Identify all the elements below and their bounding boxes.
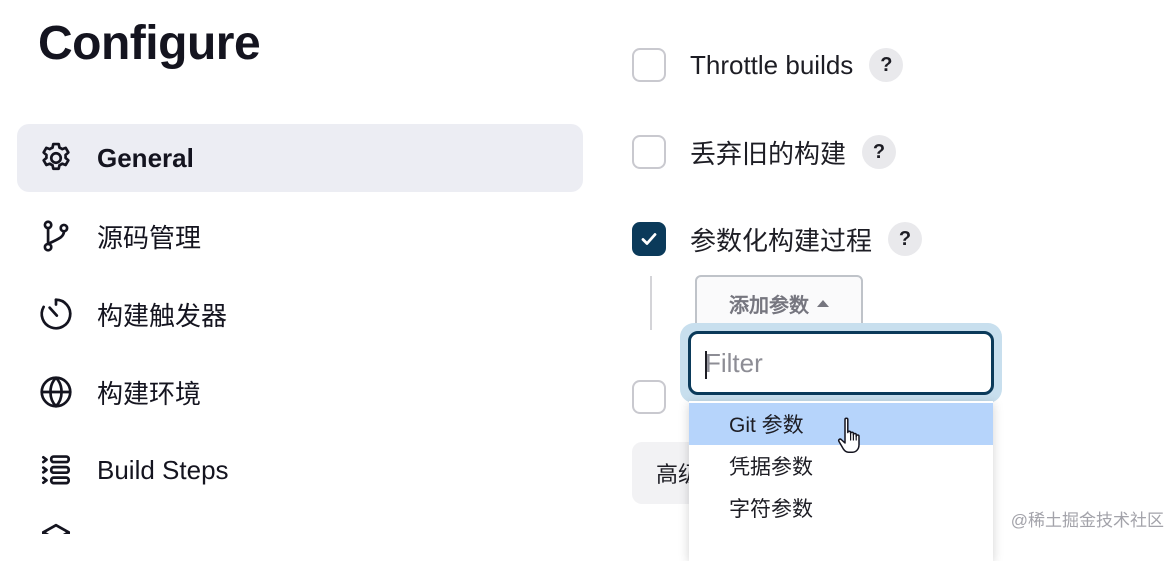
throttle-builds-label: Throttle builds bbox=[690, 49, 854, 80]
hidden-option-checkbox[interactable] bbox=[632, 380, 666, 414]
parameterized-build-checkbox[interactable] bbox=[632, 222, 666, 256]
list-steps-icon bbox=[37, 451, 75, 489]
option-parameterized-build: 参数化构建过程 ? bbox=[632, 219, 923, 259]
sidebar-item-label: 源码管理 bbox=[97, 222, 202, 253]
timer-icon bbox=[37, 295, 75, 333]
add-parameter-label: 添加参数 bbox=[729, 294, 809, 317]
sidebar-item-general[interactable]: General bbox=[17, 124, 583, 192]
sidebar-item-label: 构建触发器 bbox=[97, 300, 228, 331]
sidebar-item-label: General bbox=[97, 142, 194, 173]
text-cursor bbox=[705, 351, 707, 379]
parameterized-build-label: 参数化构建过程 bbox=[690, 225, 873, 256]
nested-section-line bbox=[650, 276, 652, 330]
caret-up-icon bbox=[817, 299, 829, 307]
hand-pointer-icon bbox=[837, 417, 860, 453]
throttle-builds-checkbox[interactable] bbox=[632, 48, 666, 82]
watermark: @稀土掘金技术社区 bbox=[1010, 511, 1164, 530]
discard-old-builds-checkbox[interactable] bbox=[632, 135, 666, 169]
gear-icon bbox=[37, 139, 75, 177]
filter-input[interactable] bbox=[688, 331, 994, 395]
filter-focus-ring bbox=[680, 323, 1002, 403]
git-branch-icon bbox=[37, 217, 75, 255]
sidebar-item-label: Build Steps bbox=[97, 454, 229, 485]
checkmark-icon bbox=[641, 233, 657, 245]
sidebar-item-label: 构建环境 bbox=[97, 378, 202, 409]
sidebar-item-post-build[interactable] bbox=[17, 514, 583, 534]
option-throttle-builds: Throttle builds ? bbox=[632, 45, 904, 85]
sidebar-item-source-control[interactable]: 源码管理 bbox=[17, 202, 583, 270]
help-icon[interactable]: ? bbox=[888, 222, 923, 256]
menu-item-string-parameter[interactable]: 字符参数 bbox=[689, 487, 993, 529]
sidebar-item-build-environment[interactable]: 构建环境 bbox=[17, 358, 583, 426]
help-icon[interactable]: ? bbox=[862, 135, 897, 169]
globe-icon bbox=[37, 373, 75, 411]
option-discard-old-builds: 丢弃旧的构建 ? bbox=[632, 132, 897, 172]
discard-old-builds-label: 丢弃旧的构建 bbox=[690, 138, 847, 169]
sidebar-item-build-triggers[interactable]: 构建触发器 bbox=[17, 280, 583, 348]
sidebar-nav: General 源码管理 构建触发器 构建环境 Build Steps bbox=[17, 124, 583, 534]
cube-icon bbox=[37, 522, 75, 534]
page-title: Configure bbox=[38, 17, 261, 70]
help-icon[interactable]: ? bbox=[869, 48, 904, 82]
sidebar-item-build-steps[interactable]: Build Steps bbox=[17, 436, 583, 504]
